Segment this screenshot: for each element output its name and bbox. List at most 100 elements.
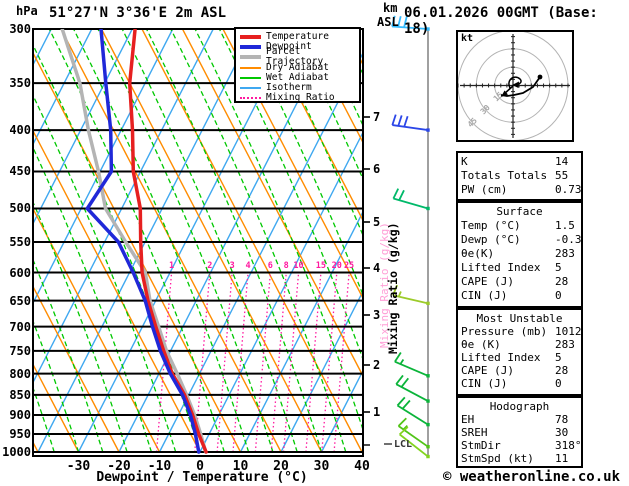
legend-swatch [240,35,261,40]
legend-swatch [240,87,261,90]
table-row-value: 14 [555,155,569,168]
hodograph-unit-label: kt [461,33,474,44]
table-row: θe(K) 283 [458,247,581,261]
pressure-tick-label: 1000 [2,445,31,459]
table-row-value: 11 [555,452,569,465]
legend-swatch [240,55,261,60]
km-tick-label: 2 [373,358,380,372]
table-row: StmSpd (kt) 11 [458,452,581,465]
km-tick-label: 1 [373,405,380,419]
altitude-axis-unit-asl: ASL [377,15,399,29]
table-row: Dewp (°C) -0.3 [458,233,582,247]
mixing-ratio-value: 25 [344,261,354,271]
wind-barb [395,374,430,403]
table-row-label: EH [461,413,475,426]
table-row-value: 283 [555,338,575,351]
table-row: Pressure (mb) 1012 [458,325,582,338]
km-tick-label: 6 [373,162,380,176]
table-row: CIN (J) 0 [458,377,581,390]
table-row-label: CIN (J) [461,289,508,302]
table-row-value: 1.5 [555,219,575,232]
table-row: EH 78 [458,413,581,426]
legend-item-label: Mixing Ratio [266,92,335,104]
pressure-axis-unit: hPa [16,4,38,18]
mixing-ratio-value: 6 [268,261,273,271]
legend-swatch [240,97,261,100]
table-row: CAPE (J) 28 [458,364,581,377]
table-row-label: θe (K) [461,338,501,351]
mixing-ratio-value: 10 [293,261,303,271]
legend-swatch [240,76,261,79]
table-row: Temp (°C) 1.5 [458,219,581,233]
station-title: 51°27'N 3°36'E 2m ASL [49,5,227,21]
wind-barb [392,188,430,211]
temp-tick-label: 30 [313,459,330,474]
table-row-value: 0.73 [555,183,582,196]
table-row-label: Dewp (°C) [461,233,521,246]
table-row-label: CAPE (J) [461,364,514,377]
table-row-value: 283 [555,247,575,260]
pressure-tick-label: 450 [9,164,31,179]
table-row: Totals Totals 55 [458,169,581,183]
legend-box: Temperature Dewpoint Parcel Trajectory Dry … [234,27,361,103]
table-row: θe (K) 283 [458,338,581,351]
table-section: Hodograph EH 78 SREH 30 StmDir 318° StmSpd (kt)… [456,396,583,468]
pressure-tick-label: 750 [9,343,31,358]
table-row-value: 28 [555,364,569,377]
table-row-label: CAPE (J) [461,275,514,288]
legend-swatch [240,66,261,69]
copyright: © weatheronline.co.uk [443,469,621,485]
table-row-label: StmSpd (kt) [461,452,534,465]
table-row-value: -0.3 [555,233,582,246]
mixing-ratio-axis-label: Mixing Ratio (g/kg) [386,222,400,354]
table-row-label: CIN (J) [461,377,508,390]
table-row-value: 318° [555,439,582,452]
hodograph: 153045 [456,30,574,142]
hodograph-trace-dot [537,74,543,80]
table-row-label: SREH [461,426,488,439]
table-row: Lifted Index 5 [458,351,581,364]
altitude-axis-unit-km: km [383,1,398,15]
table-row-value: 0 [555,289,562,302]
table-row-label: Lifted Index [461,351,541,364]
pressure-tick-label: 350 [9,76,31,91]
table-row: SREH 30 [458,426,581,439]
table-row-label: K [461,155,468,168]
mixing-ratio-value: 20 [332,261,342,271]
pressure-tick-label: 950 [9,426,31,441]
table-row: StmDir 318° [458,439,582,452]
legend-item: Mixing Ratio [240,93,359,103]
table-row-label: PW (cm) [461,183,508,196]
table-row: CIN (J) 0 [458,289,581,303]
km-tick-label: 7 [373,110,380,124]
wet-adiabat-line [48,29,225,453]
pressure-tick-label: 800 [9,366,31,381]
mixing-ratio-value: 3 [230,261,235,271]
pressure-tick-label: 850 [9,387,31,402]
lcl-label: LCL [394,439,413,450]
pressure-tick-label: 700 [9,319,31,334]
table-row-label: θe(K) [461,247,495,260]
table-section-title: Surface [496,205,543,218]
skewt-sounding-page: 1 2 3 4 6 8 10 15 20 25 7 6 5 4 3 2 1 15 30 45 hPa 51°27'N … [0,0,629,486]
pressure-tick-label: 650 [9,293,31,308]
table-row-value: 0 [555,377,562,390]
wet-adiabat-line [33,43,201,453]
table-row-value: 55 [555,169,569,182]
mixing-ratio-value: 2 [207,261,212,271]
temp-tick-label: -30 [66,459,91,474]
table-section: K 14 Totals Totals 55 PW (cm) 0.73 [456,151,583,201]
run-datetime: 06.01.2026 00GMT (Base: 18) [404,5,598,37]
table-row-label: Temp (°C) [461,219,521,232]
table-row-value: 28 [555,275,569,288]
table-row: K 14 [458,153,581,169]
mixing-ratio-value: 1 [169,261,174,271]
pressure-tick-label: 600 [9,265,31,280]
table-row-label: Lifted Index [461,261,541,274]
table-row-label: StmDir [461,439,501,452]
mixing-ratio-value-labels: 1 2 3 4 6 8 10 15 20 25 [169,261,354,271]
x-axis-title: Dewpoint / Temperature (°C) [96,470,308,485]
pressure-tick-label: 900 [9,407,31,422]
table-section: Surface Temp (°C) 1.5 Dewp (°C) -0.3 θe(K) 283… [456,201,583,308]
table-row-value: 78 [555,413,569,426]
